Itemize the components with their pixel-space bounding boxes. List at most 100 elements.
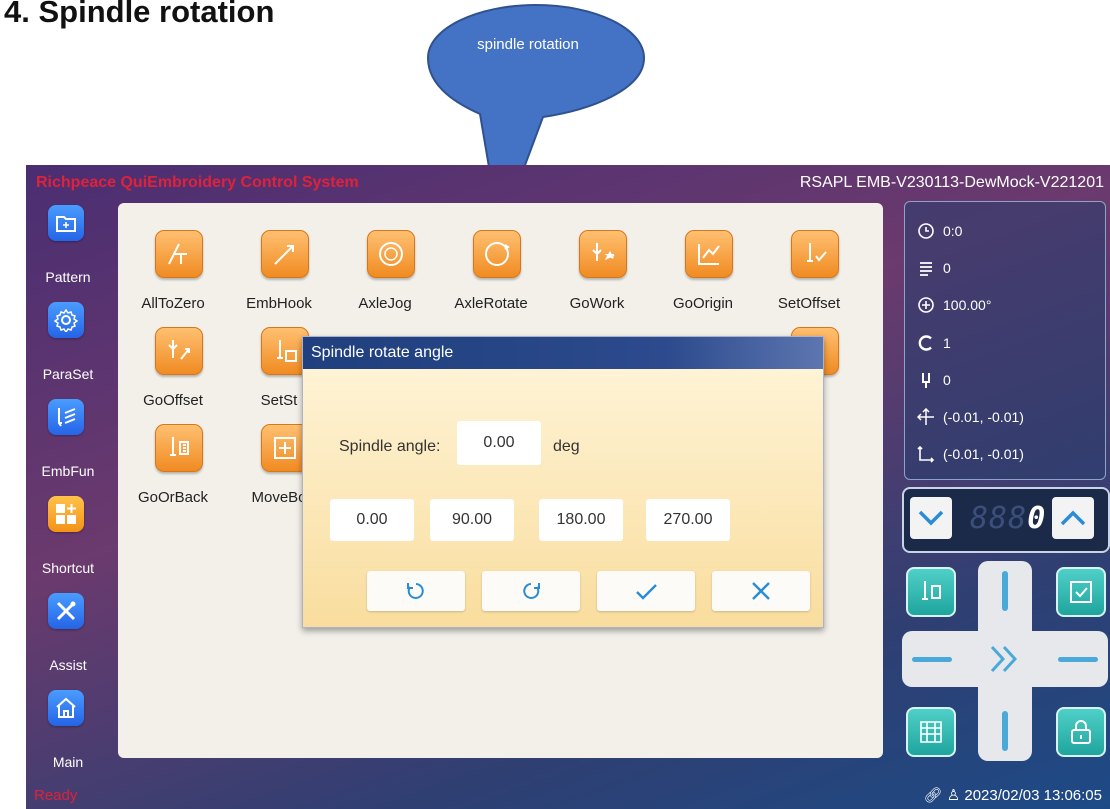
callout-text: spindle rotation	[477, 36, 579, 53]
function-label: AxleRotate	[454, 295, 528, 312]
user-icon: ♙	[946, 787, 961, 804]
counter-display: 8880	[970, 501, 1045, 537]
function-label: GoOrBack	[137, 489, 209, 506]
sidebar: Pattern ParaSet EmbFun Shortcut Assist M…	[26, 201, 110, 781]
sidebar-item-label: Pattern	[45, 269, 91, 285]
counter-dim-digits: 888	[970, 501, 1028, 536]
spindle-angle-label: Spindle angle:	[339, 438, 441, 455]
function-goorigin[interactable]: GoOrigin	[653, 203, 753, 312]
go-or-back-icon	[922, 581, 941, 600]
sidebar-item-pattern[interactable]: Pattern	[26, 201, 110, 297]
sidebar-item-assist[interactable]: Assist	[26, 589, 110, 685]
info-value: (-0.01, -0.01)	[943, 446, 1024, 462]
preset-270-button[interactable]: 270.00	[646, 499, 730, 541]
function-goorback[interactable]: GoOrBack	[123, 397, 223, 506]
dialog-title-bar: Spindle rotate angle	[303, 337, 823, 369]
spindle-angle-input[interactable]: 0.00	[457, 421, 541, 465]
rotate-cw-icon	[523, 583, 540, 599]
function-label: GoWork	[569, 295, 625, 312]
chevron-up-icon	[1060, 510, 1086, 526]
go-offset-icon	[155, 327, 203, 375]
counter-down-button[interactable]	[910, 497, 952, 539]
go-origin-icon	[685, 230, 733, 278]
sidebar-item-label: EmbFun	[41, 463, 95, 479]
direction-pad	[902, 561, 1108, 761]
dialog-title: Spindle rotate angle	[311, 344, 454, 361]
lock-button[interactable]	[1056, 707, 1106, 757]
rotate-ccw-button[interactable]	[367, 571, 465, 611]
folder-icon	[48, 205, 84, 241]
preset-180-button[interactable]: 180.00	[539, 499, 623, 541]
all-to-zero-icon	[155, 230, 203, 278]
pattern-grid-icon	[920, 721, 942, 743]
return-button[interactable]	[906, 567, 956, 617]
pattern-grid-button[interactable]	[906, 707, 956, 757]
sidebar-item-label: ParaSet	[42, 366, 94, 382]
rotate-cw-button[interactable]	[482, 571, 580, 611]
info-value: (-0.01, -0.01)	[943, 409, 1024, 425]
emb-hook-icon	[261, 230, 309, 278]
lock-icon	[1071, 720, 1091, 744]
rotate-ccw-icon	[407, 583, 424, 599]
function-embhook[interactable]: EmbHook	[229, 203, 329, 312]
cancel-button[interactable]	[712, 571, 810, 611]
angle-unit-label: deg	[553, 438, 580, 455]
sidebar-item-main[interactable]: Main	[26, 686, 110, 782]
chevron-down-icon	[918, 510, 944, 526]
frame-button[interactable]	[1056, 567, 1106, 617]
datetime: 2023/02/03 13:06:05	[964, 787, 1102, 804]
sidebar-item-label: Assist	[49, 657, 87, 673]
go-or-back-icon	[155, 424, 203, 472]
status-info-panel: 0:0 0 100.00° 1 0 (-0.01, -0.01) (-0.01,…	[904, 201, 1106, 480]
axle-rotate-360-icon	[473, 230, 521, 278]
link-icon: 🔗︎	[923, 787, 943, 804]
confirm-button[interactable]	[597, 571, 695, 611]
dpad-down[interactable]	[1002, 711, 1008, 751]
cross-position-icon	[917, 408, 934, 425]
info-value: 0	[943, 372, 951, 388]
sidebar-item-shortcut[interactable]: Shortcut	[26, 492, 110, 588]
plus-circle-icon	[918, 297, 934, 313]
gear-icon	[48, 302, 84, 338]
tools-icon	[48, 593, 84, 629]
home-icon	[48, 690, 84, 726]
counter-up-button[interactable]	[1052, 497, 1094, 539]
needle-counter: 8880	[902, 487, 1110, 553]
function-axlejog[interactable]: AxleJog	[335, 203, 435, 312]
dpad-up[interactable]	[1002, 571, 1008, 611]
title-bar: Richpeace QuiEmbroidery Control System R…	[26, 165, 1110, 201]
spindle-rotate-dialog: Spindle rotate angle Spindle angle: 0.00…	[302, 336, 824, 628]
dpad-left[interactable]	[912, 657, 952, 662]
function-gooffset[interactable]: GoOffset	[123, 300, 223, 409]
axle-jog-icon	[367, 230, 415, 278]
dpad-right[interactable]	[1058, 657, 1098, 662]
sidebar-item-paraset[interactable]: ParaSet	[26, 298, 110, 394]
double-chevron-right-icon[interactable]	[988, 643, 1022, 675]
version-label: RSAPL EMB-V230113-DewMock-V221201	[799, 174, 1104, 191]
shortcut-grid-icon	[48, 496, 84, 532]
info-value: 0	[943, 260, 951, 276]
go-work-icon	[579, 230, 627, 278]
corner-offset-icon	[917, 445, 935, 463]
function-alltozero[interactable]: AllToZero	[123, 203, 223, 312]
info-value: 100.00°	[943, 297, 992, 313]
checkmark-icon	[636, 584, 657, 600]
status-datetime-group: 🔗︎ ♙ 2023/02/03 13:06:05	[924, 786, 1102, 804]
frame-check-icon	[1070, 581, 1092, 603]
needle-bar-icon	[922, 373, 930, 388]
status-text: Ready	[34, 787, 78, 804]
set-offset-icon	[791, 230, 839, 278]
status-bar: Ready 🔗︎ ♙ 2023/02/03 13:06:05	[26, 781, 1110, 809]
function-gowork[interactable]: GoWork	[547, 203, 647, 312]
preset-0-button[interactable]: 0.00	[330, 499, 414, 541]
sidebar-item-label: Shortcut	[41, 560, 95, 576]
sidebar-item-embfun[interactable]: EmbFun	[26, 395, 110, 491]
function-axlerotate[interactable]: AxleRotate	[441, 203, 541, 312]
info-value: 1	[943, 335, 951, 351]
preset-90-button[interactable]: 90.00	[430, 499, 514, 541]
function-setoffset[interactable]: SetOffset	[759, 203, 859, 312]
function-label: AxleJog	[358, 295, 412, 312]
stitch-count-icon	[920, 262, 932, 276]
color-c-icon	[918, 335, 932, 351]
sidebar-item-label: Main	[52, 754, 84, 770]
